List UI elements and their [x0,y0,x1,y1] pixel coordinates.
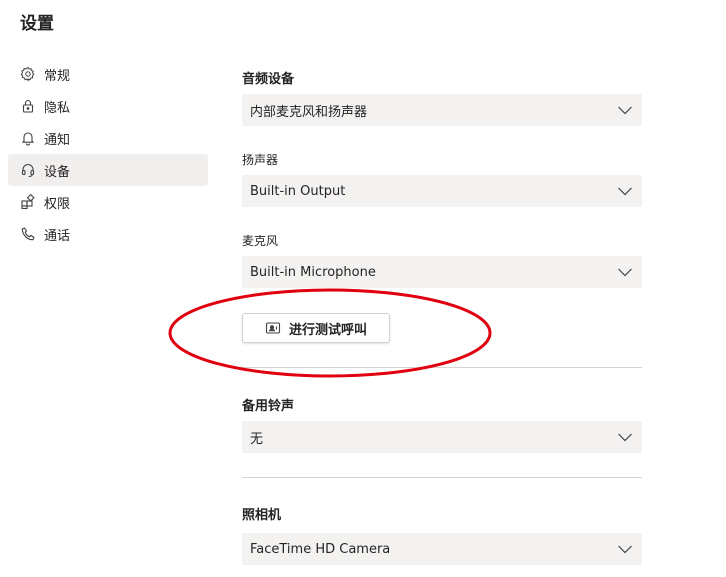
speaker-label: 扬声器 [242,153,279,167]
sidebar-item-label: 常规 [44,68,71,84]
dropdown-value: FaceTime HD Camera [250,541,391,557]
microphone-dropdown[interactable]: Built-in Microphone [242,256,642,288]
dropdown-value: Built-in Output [250,183,346,199]
ringer-dropdown[interactable]: 无 [242,421,642,453]
sidebar-item-label: 通知 [44,132,71,148]
test-call-button[interactable]: 进行测试呼叫 [242,313,390,343]
lock-icon [20,98,36,114]
camera-dropdown[interactable]: FaceTime HD Camera [242,533,642,565]
ringer-heading: 备用铃声 [242,399,295,414]
section-divider [242,367,642,368]
audio-device-dropdown[interactable]: 内部麦克风和扬声器 [242,94,642,126]
speaker-dropdown[interactable]: Built-in Output [242,175,642,207]
sidebar-item-notifications[interactable]: 通知 [8,122,208,154]
phone-icon [20,226,36,242]
settings-sidebar: 常规 隐私 通知 设备 权限 通话 [8,58,208,250]
dropdown-value: 无 [250,431,264,447]
sidebar-item-calls[interactable]: 通话 [8,218,208,250]
chevron-down-icon [618,106,632,115]
test-call-icon [265,322,281,334]
sidebar-item-general[interactable]: 常规 [8,58,208,90]
sidebar-item-label: 权限 [44,196,71,212]
apps-icon [20,194,36,210]
section-divider [242,477,642,478]
settings-page: 设置 常规 隐私 通知 设备 权限 通话 音频设备 内部麦克风和扬声器 扬声器 … [0,0,726,577]
microphone-label: 麦克风 [242,234,279,248]
sidebar-item-devices[interactable]: 设备 [8,154,208,186]
sidebar-item-permissions[interactable]: 权限 [8,186,208,218]
sidebar-item-label: 隐私 [44,100,71,116]
sidebar-item-label: 通话 [44,228,71,244]
sidebar-item-label: 设备 [44,164,71,180]
test-call-label: 进行测试呼叫 [288,322,367,338]
headset-icon [20,162,36,178]
chevron-down-icon [618,187,632,196]
dropdown-value: 内部麦克风和扬声器 [250,104,368,120]
gear-icon [20,66,36,82]
chevron-down-icon [618,433,632,442]
dropdown-value: Built-in Microphone [250,264,376,280]
chevron-down-icon [618,268,632,277]
sidebar-item-privacy[interactable]: 隐私 [8,90,208,122]
camera-heading: 照相机 [242,508,282,523]
audio-devices-heading: 音频设备 [242,72,295,87]
chevron-down-icon [618,545,632,554]
bell-icon [20,130,36,146]
page-title: 设置 [20,14,54,34]
